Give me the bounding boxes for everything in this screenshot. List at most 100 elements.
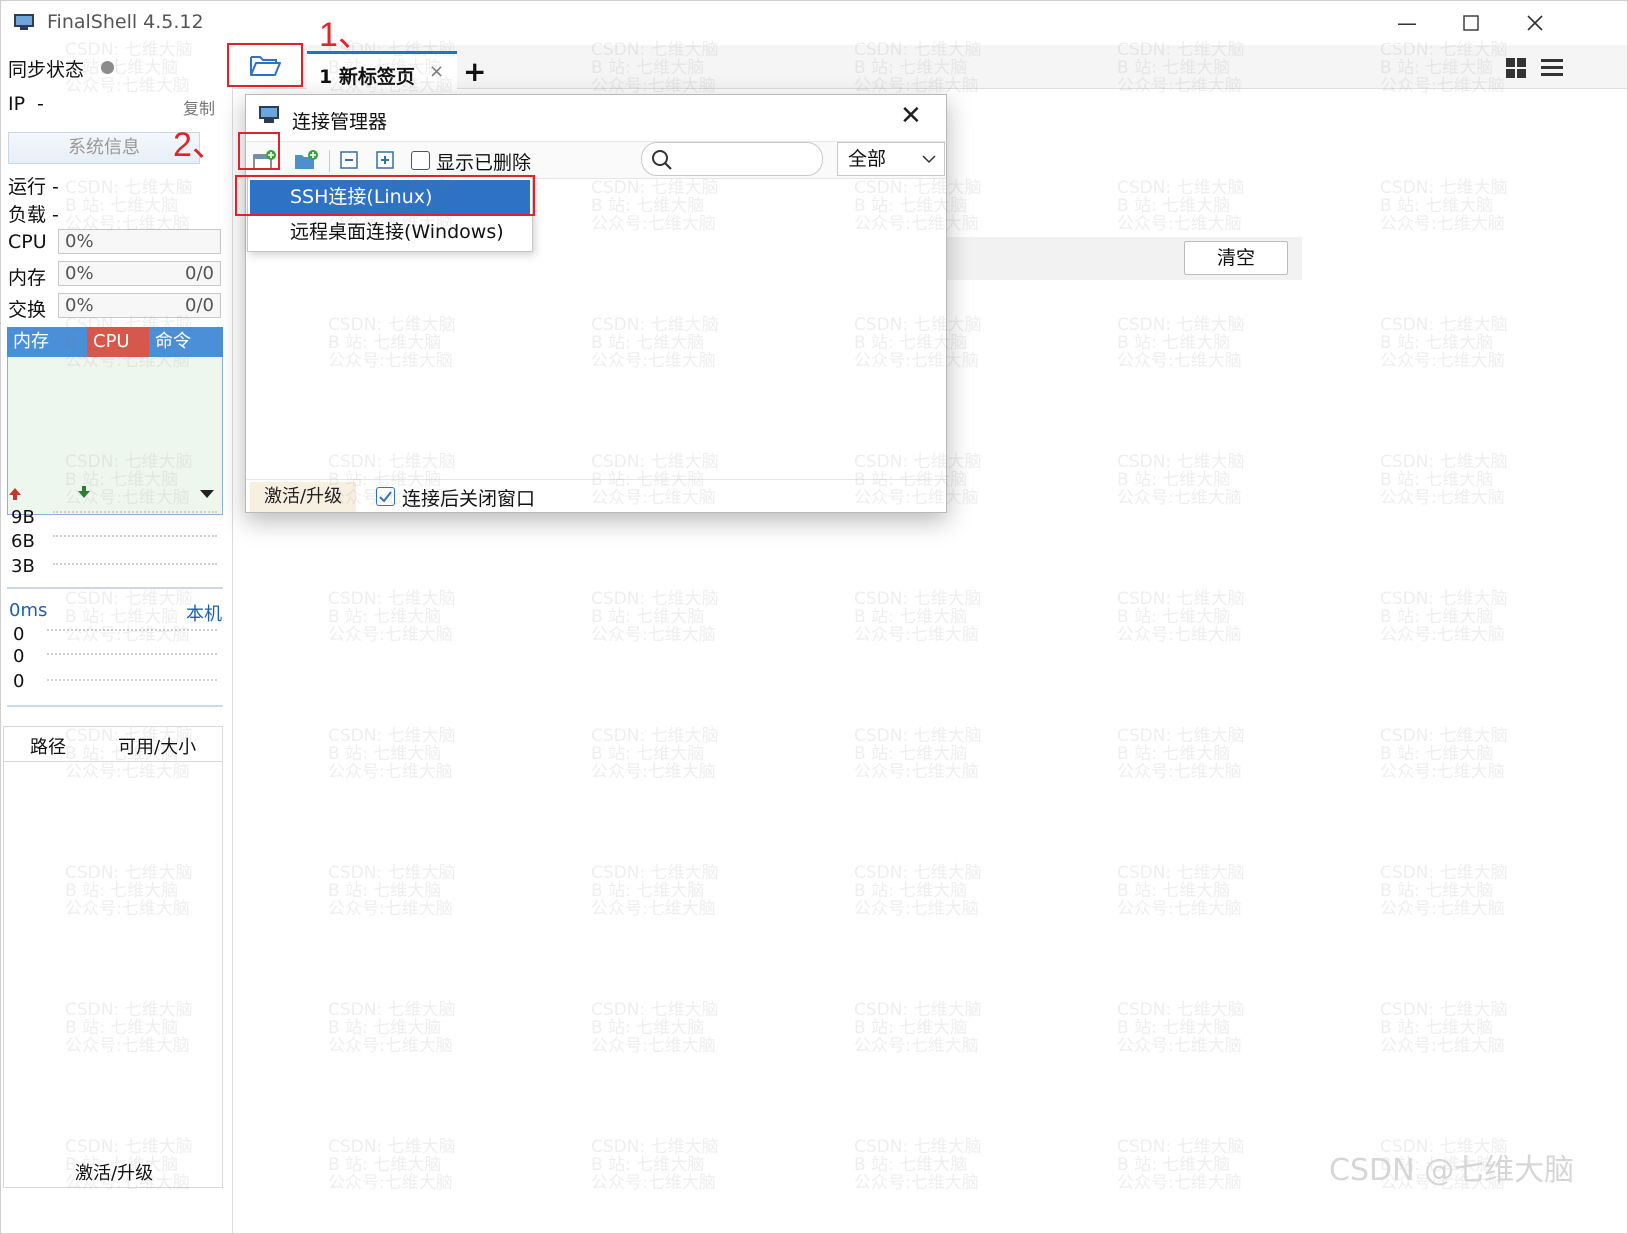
close-icon[interactable] (1511, 7, 1559, 39)
watermark-text: CSDN: 七维大脑 B 站: 七维大脑 公众号:七维大脑 (328, 589, 456, 645)
mem-usage-bar: 0% 0/0 (58, 261, 221, 286)
ping-grid-line (47, 679, 217, 681)
maximize-icon[interactable] (1447, 7, 1495, 39)
filesystem-table-body (3, 762, 223, 1188)
sidebar-activate-link[interactable]: 激活/升级 (75, 1159, 153, 1185)
copy-ip-link[interactable]: 复制 (183, 95, 215, 119)
watermark-text: CSDN: 七维大脑 B 站: 七维大脑 公众号:七维大脑 (591, 1000, 719, 1056)
finalshell-logo-icon (14, 14, 34, 30)
tab-label: 1 新标签页 (319, 66, 415, 88)
process-list (7, 357, 223, 515)
watermark-text: CSDN: 七维大脑 B 站: 七维大脑 公众号:七维大脑 (1380, 1000, 1508, 1056)
watermark-text: CSDN: 七维大脑 B 站: 七维大脑 公众号:七维大脑 (328, 726, 456, 782)
watermark-text: CSDN: 七维大脑 B 站: 七维大脑 公众号:七维大脑 (1117, 178, 1245, 234)
title-bar: FinalShell 4.5.12 — (1, 1, 1627, 45)
cpu-usage-value: 0% (65, 231, 94, 252)
process-tab-cpu[interactable]: CPU (87, 327, 149, 357)
open-connection-manager-button[interactable] (227, 43, 303, 87)
arrow-up-icon (9, 488, 21, 500)
dialog-activate-link[interactable]: 激活/升级 (250, 482, 356, 512)
watermark-text: CSDN: 七维大脑 B 站: 七维大脑 公众号:七维大脑 (591, 1137, 719, 1193)
net-level-6b: 6B (11, 531, 35, 552)
watermark-text: CSDN: 七维大脑 B 站: 七维大脑 公众号:七维大脑 (1380, 315, 1508, 371)
new-folder-icon[interactable] (294, 149, 318, 171)
annotation-step-2: 2、 (173, 126, 226, 164)
swap-usage-amount: 0/0 (185, 295, 214, 316)
close-after-connect-checkbox[interactable] (376, 487, 395, 506)
watermark-text: CSDN: 七维大脑 B 站: 七维大脑 公众号:七维大脑 (1117, 452, 1245, 508)
process-sort-tabs: 内存 CPU 命令 (7, 327, 223, 357)
tab-close-icon[interactable]: × (429, 61, 444, 82)
clear-button[interactable]: 清空 (1184, 241, 1288, 275)
arrow-down-icon (78, 486, 90, 498)
expand-all-icon[interactable] (374, 149, 398, 171)
sync-status-dot (101, 61, 114, 74)
watermark-text: CSDN: 七维大脑 B 站: 七维大脑 公众号:七维大脑 (1117, 863, 1245, 919)
system-info-button[interactable]: 系统信息 (8, 132, 200, 164)
swap-usage-value: 0% (65, 295, 94, 316)
uptime-label: 运行 - (8, 176, 59, 198)
connection-search-input[interactable] (641, 142, 823, 176)
ip-label: IP (8, 93, 26, 115)
ping-value: 0 (13, 624, 25, 645)
tab-new-tab-page[interactable]: 1 新标签页 × (307, 51, 457, 89)
watermark-text: CSDN: 七维大脑 B 站: 七维大脑 公众号:七维大脑 (328, 1000, 456, 1056)
watermark-text: CSDN: 七维大脑 B 站: 七维大脑 公众号:七维大脑 (854, 1137, 982, 1193)
ping-value: 0 (13, 671, 25, 692)
watermark-text: CSDN: 七维大脑 B 站: 七维大脑 公众号:七维大脑 (591, 726, 719, 782)
collapse-all-icon[interactable] (338, 149, 362, 171)
menu-icon[interactable] (1541, 58, 1563, 78)
minimize-icon[interactable]: — (1383, 7, 1431, 39)
mem-usage-amount: 0/0 (185, 263, 214, 284)
dialog-close-icon[interactable]: ✕ (900, 101, 922, 131)
fs-column-path[interactable]: 路径 (30, 733, 66, 759)
show-deleted-checkbox[interactable] (411, 151, 430, 170)
load-label: 负载 - (8, 204, 59, 226)
annotation-highlight-new-button (238, 132, 280, 170)
grid-view-icon[interactable] (1505, 57, 1527, 79)
cpu-usage-bar: 0% (58, 229, 221, 254)
dialog-title: 连接管理器 (292, 111, 388, 133)
watermark-text: CSDN: 七维大脑 B 站: 七维大脑 公众号:七维大脑 (1117, 589, 1245, 645)
process-tab-mem[interactable]: 内存 (7, 327, 87, 357)
toolbar-separator (329, 150, 330, 172)
watermark-text: CSDN: 七维大脑 B 站: 七维大脑 公众号:七维大脑 (591, 589, 719, 645)
cpu-label: CPU (8, 231, 47, 253)
watermark-text: CSDN: 七维大脑 B 站: 七维大脑 公众号:七维大脑 (854, 589, 982, 645)
watermark-text: CSDN: 七维大脑 B 站: 七维大脑 公众号:七维大脑 (1380, 726, 1508, 782)
net-grid-line (53, 511, 217, 513)
watermark-text: CSDN: 七维大脑 B 站: 七维大脑 公众号:七维大脑 (1380, 178, 1508, 234)
watermark-text: CSDN: 七维大脑 B 站: 七维大脑 公众号:七维大脑 (854, 863, 982, 919)
sync-status-label: 同步状态 (8, 59, 85, 81)
mem-label: 内存 (8, 267, 47, 289)
left-sidebar: 同步状态 IP - 复制 系统信息 运行 - 负载 - CPU 0% 内存 0%… (1, 45, 233, 1233)
filter-select-value: 全部 (848, 148, 887, 170)
swap-label: 交换 (8, 299, 47, 321)
dialog-toolbar: 显示已删除 全部 (246, 141, 946, 179)
watermark-text: CSDN: 七维大脑 B 站: 七维大脑 公众号:七维大脑 (1117, 1137, 1245, 1193)
watermark-text: CSDN: 七维大脑 B 站: 七维大脑 公众号:七维大脑 (1380, 863, 1508, 919)
add-tab-icon[interactable]: + (463, 55, 486, 88)
ping-grid-line (47, 629, 217, 631)
ping-host[interactable]: 本机 (186, 600, 222, 626)
menu-item-rdp-windows[interactable]: 远程桌面连接(Windows) (250, 215, 530, 249)
connection-manager-dialog: 连接管理器 ✕ 显示已删除 全部 激活/升级 连接后关闭窗口 (245, 94, 947, 513)
dialog-footer: 激活/升级 连接后关闭窗口 (246, 479, 946, 512)
filter-select[interactable]: 全部 (837, 142, 945, 176)
ping-latency: 0ms (9, 600, 48, 621)
watermark-text: CSDN: 七维大脑 B 站: 七维大脑 公众号:七维大脑 (1117, 315, 1245, 371)
divider (7, 705, 223, 707)
annotation-step-1: 1、 (319, 16, 372, 54)
ping-value: 0 (13, 646, 25, 667)
process-tab-command[interactable]: 命令 (149, 327, 223, 357)
watermark-text: CSDN: 七维大脑 B 站: 七维大脑 公众号:七维大脑 (1117, 1000, 1245, 1056)
net-level-9b: 9B (11, 507, 35, 528)
network-interface-dropdown-icon[interactable] (199, 489, 215, 499)
finalshell-window: FinalShell 4.5.12 — 同步状态 IP - 复制 系统信息 运行… (0, 0, 1628, 1234)
corner-watermark: CSDN @七维大脑 (1329, 1153, 1575, 1188)
fs-column-size[interactable]: 可用/大小 (118, 733, 196, 759)
search-icon (652, 150, 672, 170)
ping-grid-line (47, 653, 217, 655)
swap-usage-bar: 0% 0/0 (58, 293, 221, 318)
watermark-text: CSDN: 七维大脑 B 站: 七维大脑 公众号:七维大脑 (854, 726, 982, 782)
